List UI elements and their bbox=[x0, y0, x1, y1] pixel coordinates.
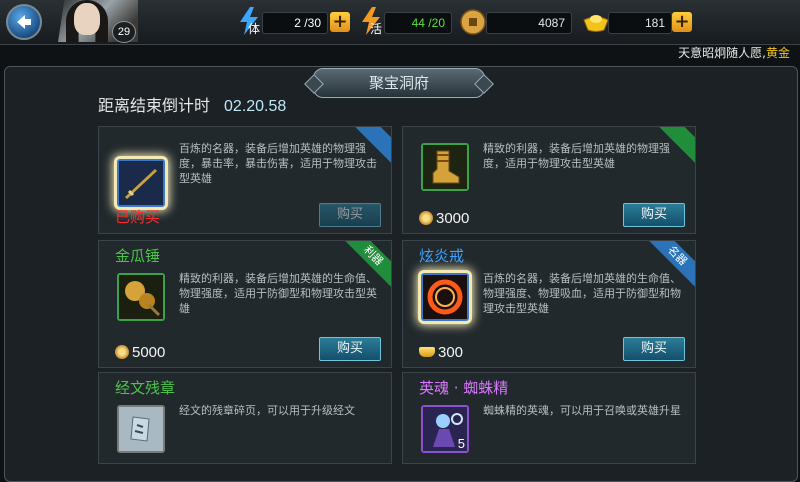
item-icon bbox=[117, 405, 165, 453]
hammer-icon bbox=[119, 275, 163, 319]
vitality-label: 活 bbox=[370, 22, 383, 36]
shop-item-1[interactable]: 百炼的名器，装备后增加英雄的物理强度，暴击率，暴击伤害，适用于物理攻击型英雄 已… bbox=[98, 126, 392, 234]
gold-ingot-icon bbox=[419, 347, 435, 357]
shop-title: 聚宝洞府 bbox=[313, 68, 485, 98]
shop-item-6[interactable]: 英魂 · 蜘蛛精 5 蜘蛛精的英魂，可以用于召唤或英雄升星 bbox=[402, 372, 696, 464]
stamina-field: 2 /30 bbox=[262, 12, 328, 34]
back-arrow-icon bbox=[17, 15, 31, 29]
scroll-icon bbox=[119, 407, 163, 451]
buy-button[interactable]: 购买 bbox=[623, 203, 685, 227]
item-name: 炫炎戒 bbox=[419, 247, 465, 265]
buy-button[interactable]: 购买 bbox=[623, 337, 685, 361]
item-description: 经文的残章碎页，可以用于升级经文 bbox=[179, 404, 355, 417]
ring-icon bbox=[423, 275, 467, 319]
item-icon bbox=[117, 273, 165, 321]
item-description: 百炼的名器，装备后增加英雄的物理强度，暴击率，暴击伤害，适用于物理攻击型英雄 bbox=[179, 142, 377, 185]
item-icon: 5 bbox=[421, 405, 469, 453]
item-price: 5000 bbox=[115, 344, 165, 361]
news-ticker: 天意昭炯随人愿,黄金 bbox=[678, 46, 790, 60]
top-bar: 29 体 2 /30 + 活 44 /20 4087 181 + bbox=[0, 0, 800, 45]
buy-button[interactable]: 购买 bbox=[319, 203, 381, 227]
back-button[interactable] bbox=[6, 4, 42, 40]
item-icon bbox=[421, 143, 469, 191]
vitality-field: 44 /20 bbox=[384, 12, 452, 34]
level-badge: 29 bbox=[112, 21, 136, 43]
shop-item-2[interactable]: 精致的利器，装备后增加英雄的物理强度，适用于物理攻击型英雄 3000 购买 bbox=[402, 126, 696, 234]
coin-icon bbox=[460, 9, 486, 35]
item-description: 精致的利器，装备后增加英雄的生命值、物理强度，适用于防御型和物理攻击型英雄 bbox=[179, 272, 377, 315]
shop-item-4[interactable]: 名器 炫炎戒 百炼的名器，装备后增加英雄的生命值、物理强度、物理吸血，适用于防御… bbox=[402, 240, 696, 368]
countdown: 距离结束倒计时 02.20.58 bbox=[98, 96, 287, 115]
item-description: 蜘蛛精的英魂，可以用于召唤或英雄升星 bbox=[483, 404, 681, 417]
gold-field: 181 bbox=[608, 12, 672, 34]
sword-icon bbox=[119, 161, 163, 205]
item-price: 3000 bbox=[419, 210, 469, 227]
stamina-label: 体 bbox=[248, 22, 261, 36]
item-price: 300 bbox=[419, 344, 463, 361]
item-name: 英魂 · 蜘蛛精 bbox=[419, 379, 509, 397]
item-name: 金瓜锤 bbox=[115, 247, 161, 265]
item-status: 已购买 bbox=[115, 209, 161, 226]
item-description: 精致的利器，装备后增加英雄的物理强度，适用于物理攻击型英雄 bbox=[483, 142, 670, 170]
add-stamina-button[interactable]: + bbox=[330, 12, 350, 32]
boots-icon bbox=[423, 145, 467, 189]
gold-ingot-icon bbox=[583, 15, 609, 32]
coins-field: 4087 bbox=[486, 12, 572, 34]
item-icon bbox=[421, 273, 469, 321]
item-count: 5 bbox=[457, 436, 465, 451]
coin-icon bbox=[419, 211, 433, 225]
coin-icon bbox=[115, 345, 129, 359]
add-gold-button[interactable]: + bbox=[672, 12, 692, 32]
item-name: 经文残章 bbox=[115, 379, 176, 397]
item-icon bbox=[117, 159, 165, 207]
item-description: 百炼的名器，装备后增加英雄的生命值、物理强度、物理吸血，适用于防御型和物理攻击型… bbox=[483, 272, 681, 315]
shop-item-5[interactable]: 经文残章 经文的残章碎页，可以用于升级经文 bbox=[98, 372, 392, 464]
buy-button[interactable]: 购买 bbox=[319, 337, 381, 361]
shop-item-3[interactable]: 利器 金瓜锤 精致的利器，装备后增加英雄的生命值、物理强度，适用于防御型和物理攻… bbox=[98, 240, 392, 368]
